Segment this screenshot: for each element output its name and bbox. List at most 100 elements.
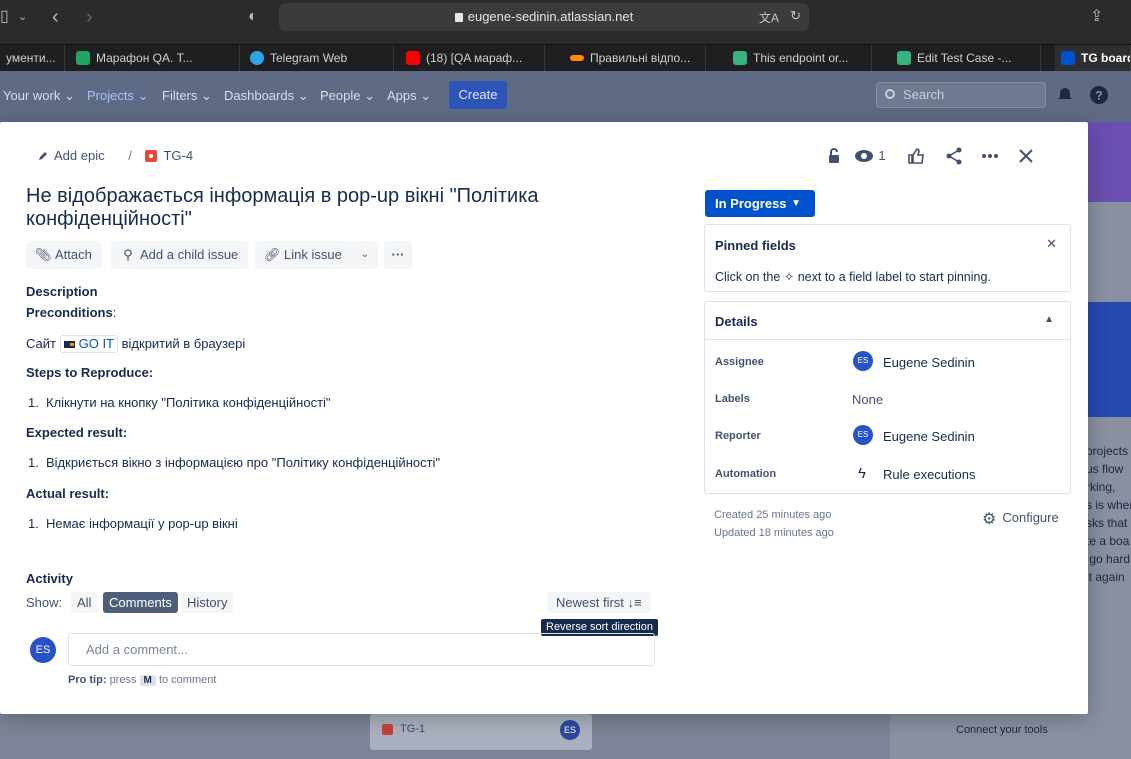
- automation-label: Automation: [715, 468, 777, 480]
- close-icon[interactable]: ✕: [1046, 236, 1057, 252]
- issue-key-link[interactable]: TG-4: [145, 148, 193, 163]
- breadcrumb: Add epic / TG-4: [38, 148, 193, 163]
- sort-order-button[interactable]: Newest first ↓≡: [547, 592, 651, 613]
- chevron-down-icon: ⌄: [360, 249, 370, 260]
- more-actions-button[interactable]: ···: [384, 241, 412, 269]
- forward-icon[interactable]: ›: [86, 6, 93, 28]
- add-child-issue-button[interactable]: ⚲ Add a child issue: [111, 241, 249, 269]
- nav-dashboards[interactable]: Dashboards ⌄: [224, 88, 309, 104]
- preconditions-label: Preconditions: [26, 305, 113, 320]
- keyboard-shortcut: M: [139, 675, 156, 686]
- nav-your-work[interactable]: Your work ⌄: [3, 88, 75, 104]
- jira-icon: [1061, 51, 1075, 65]
- watchers-count: 1: [878, 148, 886, 163]
- browser-tab-active[interactable]: TG board: [1055, 45, 1131, 72]
- connect-tools-text: Connect your tools: [956, 724, 1048, 736]
- child-issue-icon: ⚲: [123, 247, 133, 262]
- testcase-icon: [733, 51, 747, 65]
- youtube-icon: [406, 51, 420, 65]
- background-board-card: TG-1 ES: [370, 714, 592, 750]
- reload-icon[interactable]: ↻: [790, 8, 801, 24]
- nav-projects[interactable]: Projects ⌄: [87, 88, 148, 104]
- browser-tab[interactable]: Марафон QA. Т...: [70, 45, 240, 72]
- paperclip-icon: 📎︎: [35, 247, 52, 262]
- goit-icon: [570, 55, 584, 61]
- pinned-fields-hint: Click on the ✧ next to a field label to …: [715, 270, 991, 284]
- privacy-shield-icon[interactable]: ◐: [248, 6, 258, 28]
- create-button[interactable]: Create: [449, 81, 507, 109]
- avatar: ES: [853, 351, 873, 371]
- back-icon[interactable]: ‹: [52, 6, 59, 28]
- svg-text:?: ?: [1095, 89, 1102, 103]
- details-title: Details: [715, 314, 758, 329]
- labels-label: Labels: [715, 393, 750, 405]
- filter-history[interactable]: History: [181, 592, 234, 613]
- issue-title[interactable]: Не відображається інформація в pop-up ві…: [26, 185, 586, 231]
- details-header[interactable]: Details ▲: [705, 302, 1070, 340]
- automation-row: Automation ϟ Rule executions: [705, 465, 1070, 486]
- nav-apps[interactable]: Apps ⌄: [387, 88, 431, 104]
- panel-text: projects us flow rking, s is when sks th…: [1086, 444, 1131, 584]
- issue-modal: Add epic / TG-4 1 Не відображається інфо…: [0, 122, 1088, 714]
- nav-filters[interactable]: Filters ⌄: [162, 88, 212, 104]
- more-icon[interactable]: [980, 146, 1000, 166]
- created-date: Created 25 minutes ago: [714, 509, 832, 521]
- add-epic-link[interactable]: Add epic: [38, 148, 108, 163]
- browser-tab[interactable]: This endpoint or...: [727, 45, 872, 72]
- search-input[interactable]: Search: [876, 82, 1046, 108]
- steps-heading: Steps to Reproduce:: [26, 365, 154, 380]
- browser-tab[interactable]: (18) [QA мараф...: [400, 45, 545, 72]
- nav-people[interactable]: People ⌄: [320, 88, 375, 104]
- translate-icon[interactable]: 文A: [759, 9, 779, 26]
- watch-icon[interactable]: [854, 146, 874, 166]
- like-icon[interactable]: [906, 146, 926, 166]
- share-icon[interactable]: ⇪: [1090, 6, 1103, 28]
- pinned-fields-panel: Pinned fields ✕ Click on the ✧ next to a…: [704, 224, 1071, 292]
- updated-date: Updated 18 minutes ago: [714, 527, 834, 539]
- browser-tab[interactable]: ументи...: [0, 45, 65, 72]
- reporter-row: Reporter ES Eugene Sedinin: [705, 425, 1070, 448]
- chevron-up-icon: ▲: [1044, 314, 1054, 325]
- address-bar[interactable]: eugene-sedinin.atlassian.net 文A ↻: [279, 3, 809, 31]
- status-dropdown[interactable]: In Progress ▼: [705, 190, 815, 217]
- sheets-icon: [76, 51, 90, 65]
- goit-link[interactable]: GO IT: [59, 335, 118, 353]
- browser-tab[interactable]: Правильні відпо...: [564, 45, 706, 72]
- sidebar-icon[interactable]: ▯: [0, 6, 9, 28]
- expected-item: 1. Відкриється вікно з інформацією про "П…: [28, 455, 441, 470]
- avatar: ES: [560, 720, 580, 740]
- browser-tab[interactable]: Edit Test Case -...: [891, 45, 1041, 72]
- site-line: Сайт GO IT відкритий в браузері: [26, 335, 245, 353]
- filter-all[interactable]: All: [71, 592, 98, 613]
- link-issue-button[interactable]: 🔗︎ Link issue: [255, 241, 352, 269]
- chevron-down-icon[interactable]: ⌄: [18, 6, 27, 28]
- comment-input[interactable]: Add a comment...: [68, 633, 655, 666]
- site-prefix: Сайт: [26, 336, 56, 351]
- show-label: Show:: [26, 595, 63, 610]
- filter-comments[interactable]: Comments: [103, 592, 178, 613]
- rule-executions-link[interactable]: Rule executions: [883, 467, 976, 482]
- breadcrumb-separator: /: [128, 148, 132, 163]
- testcase-icon: [897, 51, 911, 65]
- avatar: ES: [853, 425, 873, 445]
- browser-tab[interactable]: Telegram Web: [244, 45, 394, 72]
- protip-rest: to comment: [158, 674, 217, 686]
- preconditions-line: Preconditions:: [26, 305, 117, 320]
- close-icon[interactable]: [1016, 146, 1036, 166]
- share-icon[interactable]: [944, 146, 964, 166]
- configure-button[interactable]: ⚙ Configure: [982, 509, 1059, 529]
- attach-button[interactable]: 📎︎ Attach: [26, 241, 102, 269]
- reporter-value[interactable]: Eugene Sedinin: [883, 429, 975, 444]
- link-dropdown-button[interactable]: ⌄: [352, 241, 378, 269]
- assignee-value[interactable]: Eugene Sedinin: [883, 355, 975, 370]
- notifications-icon[interactable]: [1055, 85, 1075, 105]
- activity-heading: Activity: [26, 571, 73, 586]
- actual-item: 1. Немає інформації у pop-up вікні: [28, 516, 238, 531]
- help-icon[interactable]: ?: [1089, 85, 1109, 105]
- gear-icon: ⚙: [982, 511, 997, 528]
- lightning-icon: ϟ: [858, 465, 866, 482]
- labels-value[interactable]: None: [852, 392, 883, 407]
- labels-row: Labels None: [705, 391, 1070, 411]
- pro-tip: Pro tip: press M to comment: [68, 674, 216, 686]
- lock-icon[interactable]: [824, 146, 844, 166]
